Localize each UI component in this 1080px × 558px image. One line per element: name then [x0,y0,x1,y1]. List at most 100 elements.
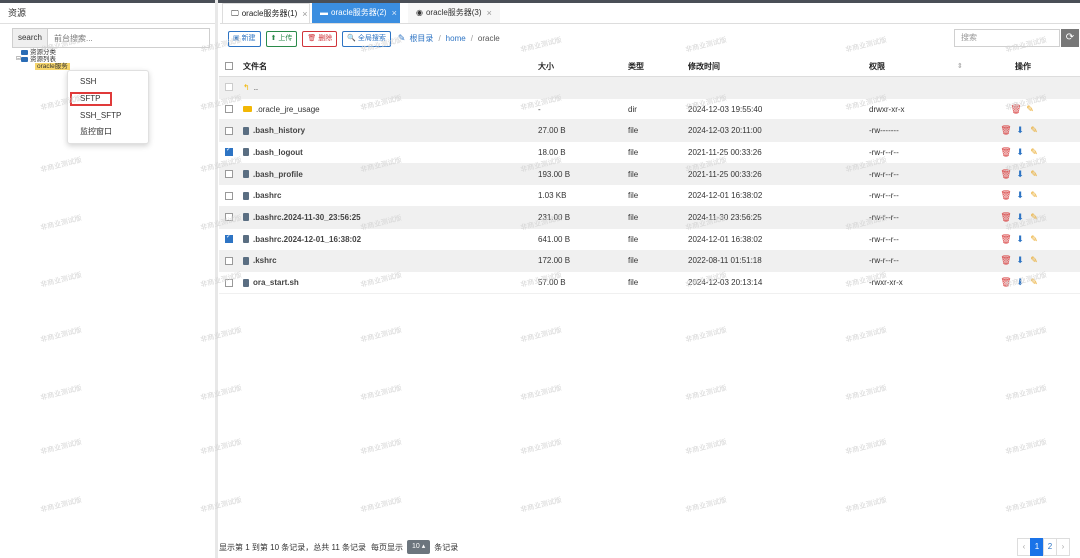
edit-icon[interactable]: ✎ [1027,255,1041,266]
row-checkbox[interactable] [225,256,233,265]
close-icon[interactable]: × [392,3,397,23]
header-perm[interactable]: 权限 [869,61,885,72]
parent-dir-row[interactable]: ↰ .. [219,77,1080,99]
sort-icon[interactable]: ⇕ [957,62,963,70]
menu-item-monitor[interactable]: 监控窗口 [68,124,148,140]
file-name[interactable]: .bashrc.2024-11-30_23:56:25 [243,213,361,222]
table-row[interactable]: .bashrc.2024-12-01_16:38:02 641.00 B fil… [219,229,1080,251]
file-modified-time: 2021-11-25 00:33:26 [688,147,762,157]
page-button-1[interactable]: 1 [1030,538,1044,556]
tree-node-category[interactable]: 资源分类 [16,49,70,56]
delete-icon[interactable]: 🗑 [999,277,1013,288]
breadcrumb-separator: / [438,34,441,43]
file-size: - [538,104,541,114]
file-name[interactable]: .bash_profile [243,170,303,179]
page-button-2[interactable]: 2 [1043,538,1057,556]
file-type: file [628,126,639,136]
file-name[interactable]: .bashrc.2024-12-01_16:38:02 [243,235,361,244]
global-search-label: 全局搜索 [357,34,386,42]
global-search-button[interactable]: 🔍 全局搜索 [342,30,391,47]
delete-icon[interactable]: 🗑 [999,169,1013,180]
header-time[interactable]: 修改时间 [688,61,720,72]
download-icon[interactable]: ⬇ [1013,147,1027,158]
download-icon[interactable]: ⬇ [1013,125,1027,136]
delete-icon[interactable]: 🗑 [999,212,1013,223]
table-row[interactable]: .oracle_jre_usage - dir 2024-12-03 19:55… [219,99,1080,121]
refresh-button[interactable]: ⟳ [1061,29,1079,47]
delete-icon[interactable]: 🗑 [999,125,1013,136]
file-name[interactable]: ora_start.sh [243,278,299,287]
table-row[interactable]: .bash_history 27.00 B file 2024-12-03 20… [219,120,1080,143]
row-checkbox[interactable] [225,170,233,179]
tree-node-list[interactable]: ⊟ 资源列表 [16,56,70,63]
download-icon[interactable]: ⬇ [1013,169,1027,180]
table-row[interactable]: .bashrc.2024-11-30_23:56:25 231.00 B fil… [219,207,1080,229]
table-row[interactable]: ora_start.sh 57.00 B file 2024-12-03 20:… [219,272,1080,294]
file-name[interactable]: .bash_history [243,126,305,135]
delete-icon[interactable]: 🗑 [1009,104,1023,115]
edit-icon[interactable]: ✎ [1027,190,1041,201]
edit-icon[interactable]: ✎ [1027,212,1041,223]
delete-icon[interactable]: 🗑 [999,147,1013,158]
file-size: 57.00 B [538,278,566,288]
table-row[interactable]: .bash_logout 18.00 B file 2021-11-25 00:… [219,142,1080,164]
download-icon[interactable]: ⬇ [1013,234,1027,245]
parent-dir-name[interactable]: ↰ .. [243,83,258,92]
breadcrumb: ✎ 根目录 / home / oracle [398,33,500,44]
breadcrumb-home[interactable]: home [446,34,466,43]
page-size-select[interactable]: 10 ▴ [407,540,431,554]
panel-splitter[interactable] [215,0,218,558]
row-checkbox[interactable] [225,105,233,114]
new-button[interactable]: ▣ 新建 [228,30,261,47]
table-row[interactable]: .bashrc 1.03 KB file 2024-12-01 16:38:02… [219,185,1080,208]
edit-icon[interactable]: ✎ [1027,125,1041,136]
header-size[interactable]: 大小 [538,61,554,72]
upload-button[interactable]: ⬆ 上传 [265,30,298,47]
select-all-checkbox[interactable] [225,62,233,70]
row-checkbox[interactable] [225,126,233,135]
header-type[interactable]: 类型 [628,61,644,72]
edit-icon[interactable]: ✎ [1023,104,1037,115]
download-icon[interactable]: ⬇ [1013,255,1027,266]
download-icon[interactable]: ⬇ [1013,277,1027,288]
row-checkbox[interactable] [225,146,233,157]
table-row[interactable]: .kshrc 172.00 B file 2022-08-11 01:51:18… [219,250,1080,273]
table-row[interactable]: .bash_profile 193.00 B file 2021-11-25 0… [219,163,1080,186]
download-icon[interactable]: ⬇ [1013,212,1027,223]
delete-button[interactable]: 🗑 删除 [302,30,338,47]
close-icon[interactable]: × [487,3,492,23]
download-icon[interactable]: ⬇ [1013,190,1027,201]
row-checkbox[interactable] [225,191,233,200]
file-name[interactable]: .bash_logout [243,148,303,157]
edit-path-icon[interactable]: ✎ [398,33,406,44]
tree-node-selected[interactable]: oracle服务 [16,63,70,70]
next-page-button[interactable]: › [1056,538,1070,556]
edit-icon[interactable]: ✎ [1027,169,1041,180]
tab-oracle-1[interactable]: 🖵 oracle服务器(1) × [222,3,310,23]
folder-icon [21,57,28,62]
menu-item-sftp[interactable]: SFTP [70,92,112,106]
file-name[interactable]: .bashrc [243,191,281,200]
row-checkbox[interactable] [225,233,233,244]
row-checkbox[interactable] [225,278,233,287]
delete-icon[interactable]: 🗑 [999,255,1013,266]
tab-oracle-2[interactable]: ▬ oracle服务器(2) × [312,3,400,23]
delete-icon[interactable]: 🗑 [999,190,1013,201]
row-checkbox[interactable] [225,213,233,222]
menu-item-ssh-sftp[interactable]: SSH_SFTP [68,108,148,124]
table-header: 文件名 大小 类型 修改时间 权限 ⇕ 操作 [219,56,1080,77]
delete-icon[interactable]: 🗑 [999,234,1013,245]
close-icon[interactable]: × [302,4,307,24]
header-name[interactable]: 文件名 [243,61,267,72]
file-name[interactable]: .oracle_jre_usage [243,105,320,114]
breadcrumb-root[interactable]: 根目录 [409,33,433,44]
file-search-input[interactable]: 搜索 [954,29,1060,47]
edit-icon[interactable]: ✎ [1027,234,1041,245]
tab-oracle-3[interactable]: ◉ oracle服务器(3) × [408,3,500,23]
edit-icon[interactable]: ✎ [1027,277,1041,288]
menu-item-ssh[interactable]: SSH [68,74,148,90]
prev-page-button[interactable]: ‹ [1017,538,1031,556]
resource-search-input[interactable] [48,29,209,47]
file-name[interactable]: .kshrc [243,256,277,265]
edit-icon[interactable]: ✎ [1027,147,1041,158]
